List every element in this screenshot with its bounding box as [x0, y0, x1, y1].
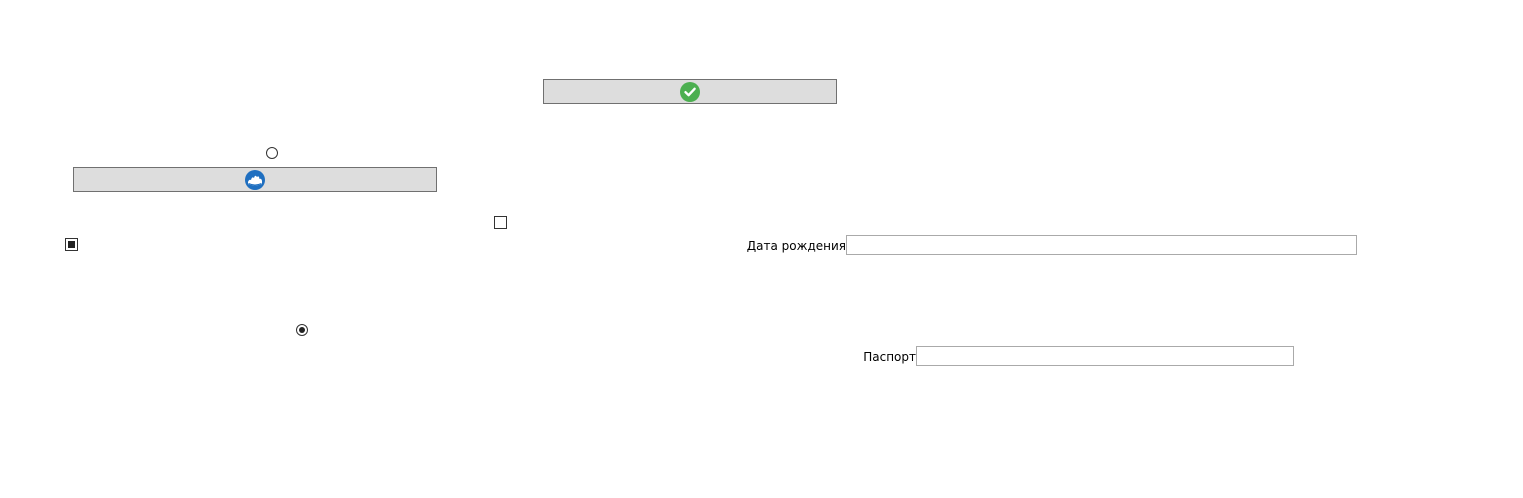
birth-date-field[interactable]	[846, 235, 1357, 255]
birth-date-label: Дата рождения	[746, 239, 846, 253]
checkbox-option-2[interactable]	[65, 238, 78, 251]
wave-badge-icon	[245, 169, 265, 190]
checkbox-option-1[interactable]	[494, 216, 507, 229]
passport-label: Паспорт	[863, 350, 916, 364]
radio-option-2[interactable]	[296, 324, 308, 336]
radio-option-1[interactable]	[266, 147, 278, 159]
confirm-button[interactable]	[543, 79, 837, 104]
passport-field[interactable]	[916, 346, 1294, 366]
check-circle-icon	[680, 81, 700, 102]
wave-action-button[interactable]	[73, 167, 437, 192]
